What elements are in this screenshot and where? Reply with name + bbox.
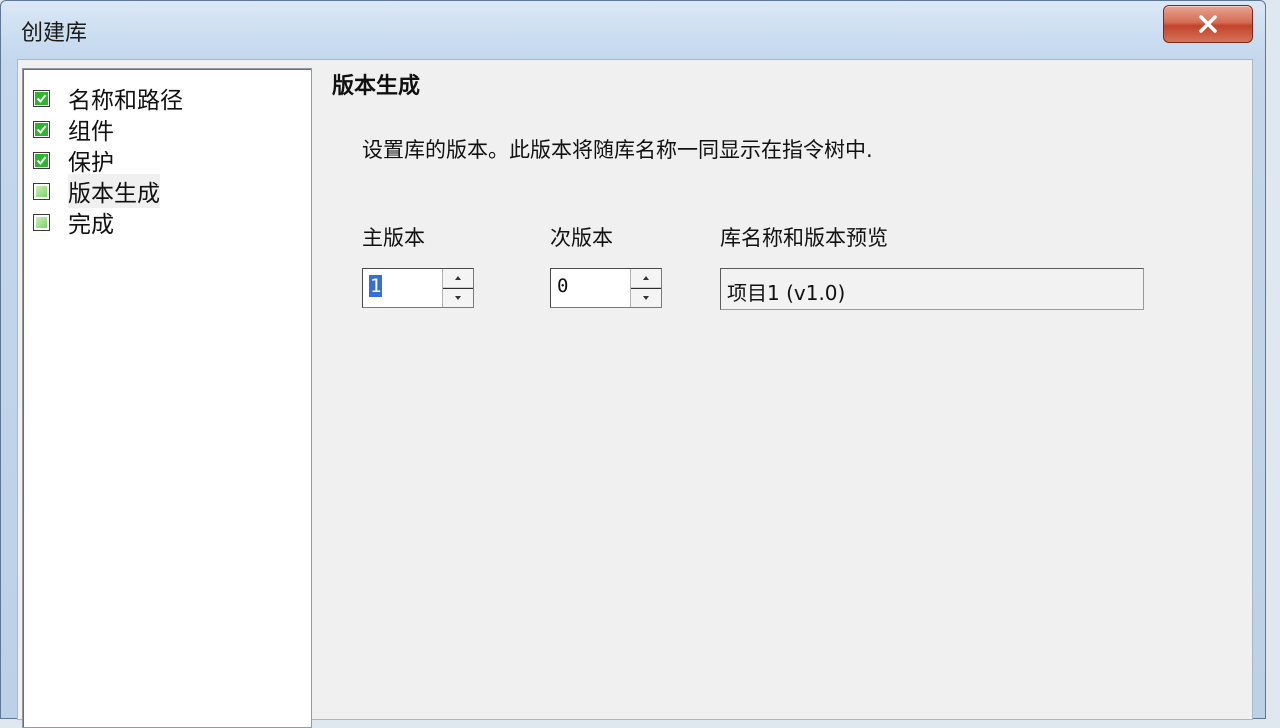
spin-up-icon (643, 276, 649, 280)
nav-item-label: 保护 (68, 150, 114, 176)
major-version-up-button[interactable] (443, 269, 473, 288)
preview-value: 项目1 (v1.0) (727, 281, 846, 305)
nav-item-label: 名称和路径 (68, 88, 183, 114)
spin-down-icon (455, 296, 461, 300)
dialog-client-area: 名称和路径 组件 保护 版本生成 完成 版本生成 设置库的版本。此版本将随库名称… (17, 59, 1253, 728)
minor-version-stepper[interactable]: 0 (550, 268, 662, 308)
title-bar: 创建库 (1, 1, 1265, 59)
close-icon (1199, 15, 1217, 33)
nav-item-finish[interactable]: 完成 (33, 207, 114, 238)
checkbox-icon (33, 89, 50, 107)
wizard-steps-list: 名称和路径 组件 保护 版本生成 完成 (22, 68, 312, 728)
nav-item-name-and-path[interactable]: 名称和路径 (33, 83, 183, 114)
nav-item-protection[interactable]: 保护 (33, 145, 114, 176)
minor-version-label: 次版本 (550, 226, 613, 250)
window-title: 创建库 (21, 21, 88, 46)
checkbox-icon (33, 182, 50, 200)
checkbox-icon (33, 213, 50, 231)
nav-item-label: 组件 (68, 119, 114, 145)
create-library-dialog: 创建库 名称和路径 组件 保护 版本生成 完成 版本生成 设置库的版本。此版本将… (0, 0, 1266, 728)
window-edge (1266, 0, 1280, 719)
nav-item-components[interactable]: 组件 (33, 114, 114, 145)
library-version-preview: 项目1 (v1.0) (720, 268, 1144, 310)
section-title: 版本生成 (332, 74, 421, 99)
nav-item-label: 完成 (68, 212, 114, 238)
spin-down-icon (643, 296, 649, 300)
spin-up-icon (455, 276, 461, 280)
version-description: 设置库的版本。此版本将随库名称一同显示在指令树中. (362, 138, 873, 162)
checkbox-icon (33, 151, 50, 169)
major-version-down-button[interactable] (443, 288, 473, 307)
minor-version-value[interactable]: 0 (557, 275, 568, 297)
checkbox-icon (33, 120, 50, 138)
nav-item-version-generation[interactable]: 版本生成 (33, 174, 160, 208)
major-version-stepper[interactable]: 1 (362, 268, 474, 308)
major-version-label: 主版本 (362, 226, 425, 250)
major-version-value[interactable]: 1 (369, 275, 383, 297)
close-button[interactable] (1163, 5, 1253, 43)
minor-version-up-button[interactable] (631, 269, 661, 288)
preview-label: 库名称和版本预览 (720, 226, 888, 250)
nav-item-label: 版本生成 (68, 174, 160, 208)
version-panel: 版本生成 设置库的版本。此版本将随库名称一同显示在指令树中. 主版本 次版本 库… (314, 60, 1252, 719)
minor-version-down-button[interactable] (631, 288, 661, 307)
